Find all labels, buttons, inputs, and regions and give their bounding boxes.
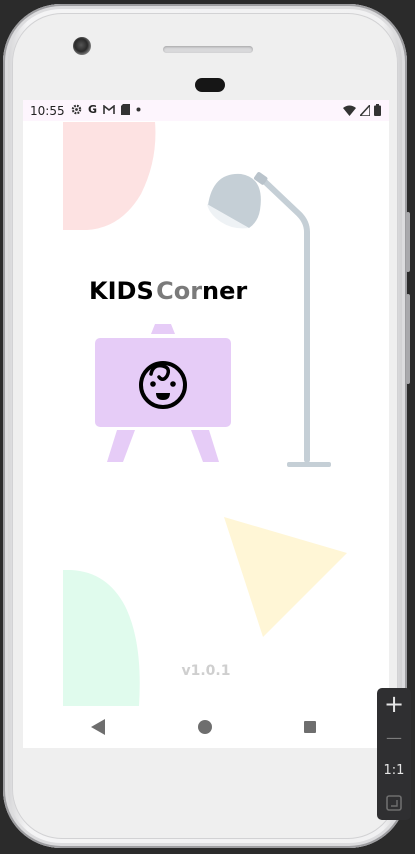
app-screen: 10:55 G KIDS Corner v1.0.1 (23, 100, 389, 748)
battery-icon (374, 104, 381, 116)
zoom-in-button[interactable]: + (377, 690, 411, 718)
nav-back-icon[interactable] (91, 719, 105, 735)
fit-screen-icon[interactable] (386, 795, 402, 811)
zoom-one-to-one-button[interactable]: 1:1 (377, 763, 411, 778)
yellow-triangle-shape (224, 517, 347, 637)
title-cor: Cor (156, 277, 203, 305)
signal-icon (360, 104, 370, 116)
nav-home-icon[interactable] (198, 720, 212, 734)
power-button (406, 212, 410, 272)
green-half-circle-shape (63, 570, 140, 706)
app-version: v1.0.1 (181, 663, 231, 679)
android-nav-bar (23, 707, 389, 747)
earpiece-speaker (163, 46, 253, 53)
app-title: KIDS Corner (89, 277, 247, 305)
system-icons (343, 104, 381, 116)
emulator-zoom-controls: + — 1:1 (377, 688, 411, 820)
pink-half-circle-shape (63, 122, 156, 230)
wifi-icon (343, 105, 356, 116)
easel-board-illustration (95, 324, 231, 462)
zoom-out-button[interactable]: — (377, 728, 411, 747)
nav-recents-icon[interactable] (304, 721, 316, 733)
proximity-sensor (195, 78, 225, 92)
front-camera (73, 37, 91, 55)
volume-button (406, 294, 410, 384)
status-time: 10:55 (30, 104, 65, 118)
title-kids: KIDS (89, 277, 154, 305)
title-ner: ner (202, 277, 248, 305)
